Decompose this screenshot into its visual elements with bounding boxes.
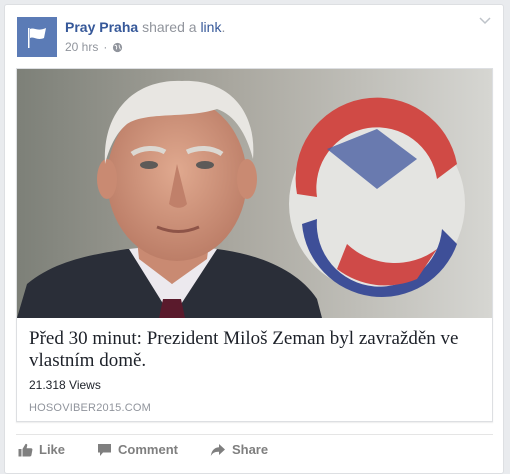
shared-text: shared a [142,19,197,35]
action-bar: Like Comment Share [18,442,300,457]
post-meta: 20 hrs · [65,40,123,54]
comment-icon [98,443,112,456]
share-button[interactable]: Share [210,442,268,457]
post-card: Pray Praha shared a link. 20 hrs · Před … [4,4,504,474]
timestamp[interactable]: 20 hrs [65,40,98,54]
share-label: Share [231,442,269,457]
page-avatar[interactable] [17,17,57,57]
link-preview[interactable]: Před 30 minut: Prezident Miloš Zeman byl… [16,68,493,422]
link-headline[interactable]: Před 30 minut: Prezident Miloš Zeman byl… [29,328,484,372]
flag-icon [28,28,46,48]
like-label: Like [39,442,66,457]
chevron-down-icon[interactable] [479,17,491,25]
link-image[interactable] [17,69,492,318]
separator-dot: · [103,40,108,54]
period: . [221,19,226,35]
link-word[interactable]: link [200,19,221,35]
thumbs-up-icon [18,443,33,456]
action-divider [16,434,493,435]
comment-button[interactable]: Comment [97,442,178,457]
comment-label: Comment [118,442,178,457]
link-domain: HOSOVIBER2015.COM [29,402,151,414]
share-arrow-icon [210,443,225,456]
globe-icon[interactable] [112,42,123,53]
link-views: 21.318 Views [29,378,101,392]
page-name-link[interactable]: Pray Praha [65,19,138,35]
post-header: Pray Praha shared a link. [65,19,225,35]
like-button[interactable]: Like [18,442,65,457]
